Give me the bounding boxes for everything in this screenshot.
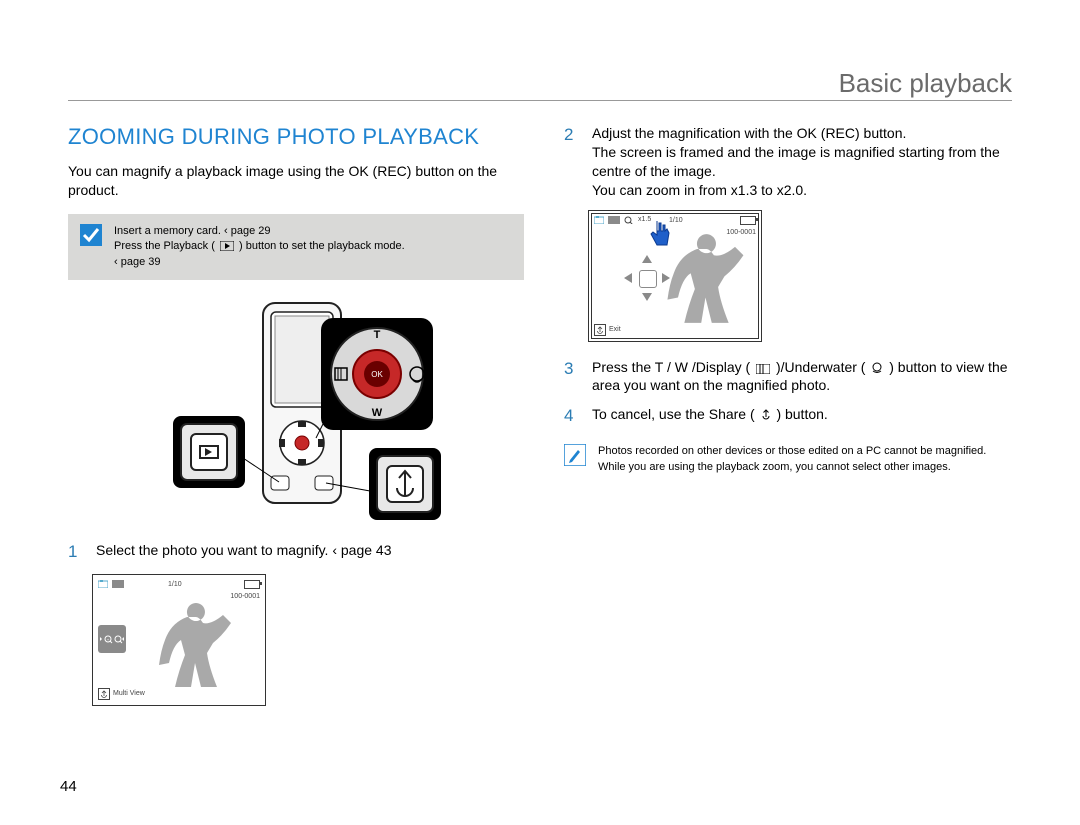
overlay-bottom-left: Exit [594, 324, 621, 336]
svg-text:T: T [374, 329, 381, 341]
share-icon [594, 324, 606, 336]
step-text: Press the T / W /Display ( )/Underwater … [592, 358, 1020, 396]
note-line: Insert a memory card. ‹ page 29 [114, 224, 405, 239]
note-line: ‹ page 39 [114, 255, 405, 270]
photo-silhouette [151, 595, 241, 695]
section-heading: ZOOMING DURING PHOTO PLAYBACK [68, 124, 524, 150]
share-icon [98, 688, 110, 700]
intro-paragraph: You can magnify a playback image using t… [68, 162, 524, 200]
overlay-top-icons [98, 580, 124, 588]
display-icon [756, 364, 770, 374]
device-illustration: OK T W [111, 298, 481, 523]
header-divider [68, 100, 1012, 101]
prerequisite-note: Insert a memory card. ‹ page 29 Press th… [68, 214, 524, 280]
overlay-footer-text: Multi View [113, 690, 145, 697]
step-1: 1 Select the photo you want to magnify. … [68, 541, 524, 564]
resolution-icon [112, 580, 124, 588]
info-note: Photos recorded on other devices or thos… [564, 438, 1020, 481]
step-number: 2 [564, 124, 580, 200]
overlay-bottom-left: Multi View [98, 688, 145, 700]
note-text: Insert a memory card. ‹ page 29 Press th… [114, 224, 405, 270]
zoom-help-overlay: + [98, 625, 126, 653]
step-number: 4 [564, 405, 580, 428]
step-text: Select the photo you want to magnify. ‹ … [96, 541, 524, 564]
note-line: Press the Playback ( ) button to set the… [114, 239, 405, 254]
left-column: ZOOMING DURING PHOTO PLAYBACK You can ma… [68, 124, 524, 706]
note-text: Photos recorded on other devices or thos… [598, 444, 986, 475]
overlay-footer-text: Exit [609, 326, 621, 333]
lcd-screen-1: 1/10 100-0001 + Multi View [92, 574, 266, 706]
resolution-icon [608, 216, 620, 224]
magnify-icon [624, 216, 634, 224]
step-2: 2 Adjust the magnification with the OK (… [564, 124, 1020, 200]
photo-mode-icon [594, 216, 604, 224]
two-column-layout: ZOOMING DURING PHOTO PLAYBACK You can ma… [68, 124, 1020, 706]
share-icon [761, 409, 771, 421]
step-3: 3 Press the T / W /Display ( )/Underwate… [564, 358, 1020, 396]
checkmark-icon [80, 224, 102, 246]
manual-page: Basic playback ZOOMING DURING PHOTO PLAY… [0, 0, 1080, 825]
note-icon [564, 444, 586, 466]
note-line: Photos recorded on other devices or thos… [598, 444, 986, 459]
step-text: To cancel, use the Share ( ) button. [592, 405, 1020, 428]
battery-icon [244, 580, 260, 589]
playback-icon [220, 241, 234, 251]
overlay-counter: 1/10 [168, 581, 182, 588]
page-category: Basic playback [839, 68, 1012, 99]
step-4: 4 To cancel, use the Share ( ) button. [564, 405, 1020, 428]
page-number: 44 [60, 778, 77, 795]
step-number: 1 [68, 541, 84, 564]
right-column: 2 Adjust the magnification with the OK (… [564, 124, 1020, 706]
note-line: While you are using the playback zoom, y… [598, 460, 986, 475]
overlay-top-icons: x1.5 [594, 216, 651, 224]
step-text: Adjust the magnification with the OK (RE… [592, 124, 1020, 200]
photo-mode-icon [98, 580, 108, 588]
underwater-icon [871, 362, 883, 374]
lcd-screen-2: x1.5 1/10 100-0001 Exit [588, 210, 762, 342]
svg-text:W: W [372, 407, 383, 419]
svg-text:OK: OK [371, 370, 383, 379]
photo-silhouette [659, 221, 754, 336]
step-number: 3 [564, 358, 580, 396]
